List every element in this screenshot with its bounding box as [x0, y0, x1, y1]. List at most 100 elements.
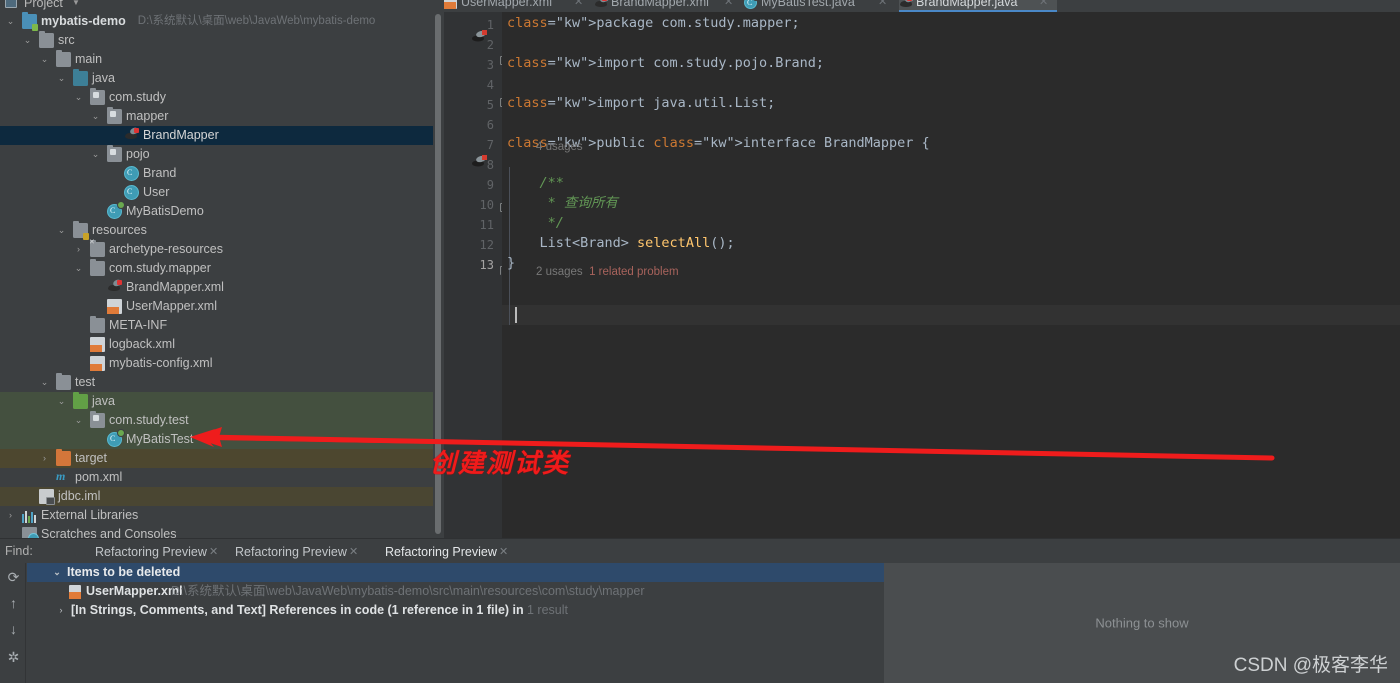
- code-line[interactable]: }: [507, 253, 515, 273]
- tree-item[interactable]: › ✕ archetype-resources: [0, 239, 433, 259]
- refactoring-preview-tab[interactable]: Refactoring Preview ✕: [235, 542, 367, 564]
- editor-tab-label: MyBatisTest.java: [761, 0, 855, 9]
- tree-item[interactable]: ⌄ src: [0, 31, 433, 50]
- editor-tab[interactable]: BrandMapper.java ✕: [899, 0, 1057, 12]
- code-line[interactable]: /**: [507, 173, 564, 193]
- tree-item[interactable]: ⌄ java: [0, 69, 433, 88]
- tree-item[interactable]: m pom.xml: [0, 468, 433, 487]
- tree-item[interactable]: C MyBatisTest: [0, 430, 433, 449]
- chevron-right-icon[interactable]: ›: [73, 240, 84, 259]
- tree-item[interactable]: ⌄ com.study.mapper: [0, 259, 433, 278]
- refactoring-results-tree[interactable]: ⌄ Items to be deleted <> UserMapper.xml …: [27, 563, 884, 683]
- tree-item[interactable]: <> mybatis-config.xml: [0, 354, 433, 373]
- line-number: 8: [486, 158, 494, 172]
- chevron-down-icon[interactable]: ⌄: [39, 50, 50, 69]
- chevron-down-icon[interactable]: ⌄: [56, 221, 67, 240]
- code-line[interactable]: class="kw">import java.util.List;: [507, 93, 775, 113]
- refactoring-preview-tab[interactable]: Refactoring Preview ✕: [385, 542, 517, 565]
- tree-item[interactable]: › target: [0, 449, 433, 468]
- result-file-path: D:\系统默认\桌面\web\JavaWeb\mybatis-demo\src\…: [171, 584, 645, 598]
- close-icon[interactable]: ✕: [349, 542, 358, 562]
- chevron-down-icon[interactable]: ⌄: [5, 12, 16, 31]
- chevron-down-icon[interactable]: ⌄: [22, 31, 33, 50]
- close-icon[interactable]: ✕: [209, 542, 218, 562]
- chevron-down-icon[interactable]: ▼: [72, 0, 80, 7]
- close-icon[interactable]: ✕: [724, 0, 733, 12]
- chevron-down-icon[interactable]: ⌄: [90, 145, 101, 164]
- chevron-down-icon[interactable]: ⌄: [90, 107, 101, 126]
- refresh-icon[interactable]: ⟳: [5, 569, 22, 586]
- editor-tab[interactable]: <> UserMapper.xml ✕: [444, 0, 592, 12]
- chevron-right-icon[interactable]: ›: [5, 506, 16, 525]
- related-problem-hint[interactable]: 1 related problem: [589, 266, 679, 278]
- result-file-row[interactable]: <> UserMapper.xml D:\系统默认\桌面\web\JavaWeb…: [27, 582, 884, 601]
- tree-item[interactable]: ⌄ test: [0, 373, 433, 392]
- excluded-folder-icon: ✕: [89, 239, 105, 257]
- chevron-down-icon[interactable]: ⌄: [73, 88, 84, 107]
- inlay-hint[interactable]: 4 usages: [536, 139, 583, 155]
- tree-item[interactable]: ⌄ resources: [0, 221, 433, 240]
- code-line[interactable]: */: [507, 213, 564, 233]
- result-group-title: [In Strings, Comments, and Text] Referen…: [71, 603, 524, 617]
- tree-item[interactable]: META-INF: [0, 316, 433, 335]
- close-icon[interactable]: ✕: [574, 0, 583, 12]
- find-side-toolbar[interactable]: ⟳ ↑ ↓ ✲: [0, 563, 26, 683]
- arrow-up-icon[interactable]: ↑: [5, 595, 22, 612]
- close-icon[interactable]: ✕: [499, 542, 508, 562]
- text-caret: [515, 307, 517, 323]
- tree-item-label: jdbc.iml: [58, 489, 101, 503]
- chevron-down-icon[interactable]: ⌄: [56, 69, 67, 88]
- project-tree[interactable]: ⌄ mybatis-demo D:\系统默认\桌面\web\JavaWeb\myba…: [0, 12, 433, 538]
- tree-item[interactable]: ⌄ java: [0, 392, 433, 411]
- tree-item-label: java: [92, 71, 115, 85]
- tree-item[interactable]: ⌄ mapper: [0, 107, 433, 126]
- result-group-row[interactable]: › [In Strings, Comments, and Text] Refer…: [27, 601, 884, 620]
- tree-item-label: pom.xml: [75, 470, 123, 484]
- editor-tab-bar[interactable]: <> UserMapper.xml ✕ BrandMapper.xml ✕ C MyBati…: [444, 0, 1400, 12]
- settings-gear-icon[interactable]: ✲: [5, 649, 22, 666]
- tree-item[interactable]: ⌄ mybatis-demo D:\系统默认\桌面\web\JavaWeb\myba…: [0, 12, 433, 31]
- code-line[interactable]: class="kw">package com.study.mapper;: [507, 13, 800, 33]
- find-label: Find:: [5, 544, 33, 558]
- chevron-down-icon[interactable]: ⌄: [73, 411, 84, 430]
- tree-item[interactable]: ⌄ com.study: [0, 88, 433, 107]
- chevron-down-icon[interactable]: ⌄: [56, 392, 67, 411]
- project-tool-window-title[interactable]: Project: [24, 0, 63, 10]
- results-group-header[interactable]: ⌄ Items to be deleted: [27, 563, 884, 582]
- code-line[interactable]: class="kw">import com.study.pojo.Brand;: [507, 53, 824, 73]
- tree-item-label: com.study.mapper: [109, 261, 211, 275]
- tree-item[interactable]: <> logback.xml: [0, 335, 433, 354]
- chevron-down-icon[interactable]: ⌄: [73, 259, 84, 278]
- editor-tab[interactable]: BrandMapper.xml ✕: [594, 0, 742, 12]
- chevron-right-icon[interactable]: ›: [39, 449, 50, 468]
- editor-tab[interactable]: C MyBatisTest.java ✕: [744, 0, 896, 12]
- usages-hint[interactable]: 4 usages: [536, 141, 583, 153]
- tree-item[interactable]: C User: [0, 183, 433, 202]
- chevron-right-icon[interactable]: ›: [55, 601, 67, 620]
- tree-item[interactable]: BrandMapper: [0, 126, 433, 145]
- tree-item[interactable]: › External Libraries: [0, 506, 433, 525]
- arrow-down-icon[interactable]: ↓: [5, 621, 22, 638]
- tree-item-label: META-INF: [109, 318, 168, 332]
- chevron-down-icon[interactable]: ⌄: [39, 373, 50, 392]
- code-line[interactable]: * 查询所有: [507, 193, 618, 213]
- tree-item[interactable]: C MyBatisDemo: [0, 202, 433, 221]
- scratches-icon: [22, 527, 39, 538]
- code-content[interactable]: class="kw">package com.study.mapper; clas…: [502, 12, 1400, 538]
- tree-item[interactable]: <> UserMapper.xml: [0, 297, 433, 316]
- tree-item[interactable]: ⌄ main: [0, 50, 433, 69]
- editor-area: <> UserMapper.xml ✕ BrandMapper.xml ✕ C MyBati…: [444, 0, 1400, 538]
- refactoring-preview-tab[interactable]: Refactoring Preview ✕: [95, 542, 227, 564]
- tree-item[interactable]: Scratches and Consoles: [0, 525, 433, 538]
- tree-item[interactable]: BrandMapper.xml: [0, 278, 433, 297]
- code-line[interactable]: List<Brand> selectAll();: [507, 233, 735, 253]
- tree-item[interactable]: jdbc.iml: [0, 487, 433, 506]
- tree-item[interactable]: ⌄ pojo: [0, 145, 433, 164]
- tree-item[interactable]: C Brand: [0, 164, 433, 183]
- tree-item[interactable]: ⌄ com.study.test: [0, 411, 433, 430]
- chevron-down-icon[interactable]: ⌄: [51, 563, 63, 582]
- usages-hint[interactable]: 2 usages: [536, 266, 583, 278]
- close-icon[interactable]: ✕: [878, 0, 887, 12]
- tree-item-label: BrandMapper.xml: [126, 280, 224, 294]
- inlay-hint[interactable]: 2 usages 1 related problem: [536, 264, 679, 280]
